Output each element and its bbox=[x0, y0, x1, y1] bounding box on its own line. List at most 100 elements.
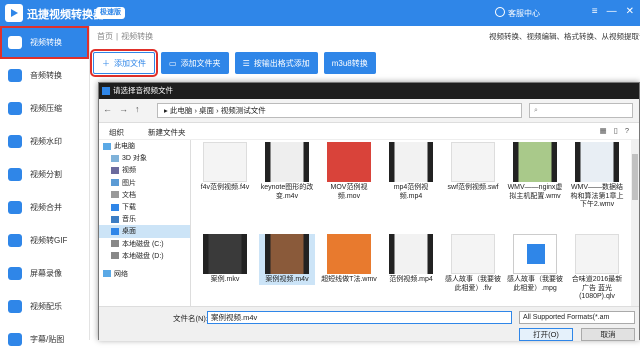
file-item[interactable]: 超短线做T法.wmv bbox=[321, 234, 377, 285]
app-logo-icon bbox=[5, 4, 23, 22]
add-folder-button[interactable]: ▭ 添加文件夹 bbox=[161, 52, 229, 74]
tree-item-documents[interactable]: 文档 bbox=[99, 189, 190, 201]
video-icon bbox=[8, 36, 22, 49]
minimize-icon[interactable]: — bbox=[607, 6, 617, 17]
file-thumbnail bbox=[389, 142, 433, 182]
music-folder-icon bbox=[111, 215, 119, 223]
command-bar: 组织 新建文件夹 ▦ ▯? bbox=[99, 123, 639, 140]
file-thumbnail bbox=[203, 142, 247, 182]
navigation-tree: 此电脑 3D 对象 视频 图片 文档 下载 音乐 桌面 本地磁盘 (C:) 本地… bbox=[99, 140, 191, 306]
file-thumbnail bbox=[513, 142, 557, 182]
plus-icon: ＋ bbox=[102, 58, 110, 68]
sidebar-item-audio-convert[interactable]: 音频转换 bbox=[0, 59, 89, 92]
sidebar-item-music[interactable]: 视频配乐 bbox=[0, 290, 89, 323]
tree-item-pictures[interactable]: 图片 bbox=[99, 177, 190, 189]
organize-menu[interactable]: 组织 bbox=[109, 127, 124, 138]
drive-icon bbox=[111, 240, 119, 248]
file-item[interactable]: 合味道2016最新广告 蓝光(1080P).qlv bbox=[569, 234, 625, 302]
add-file-button[interactable]: ＋添加文件 bbox=[90, 49, 158, 77]
file-item[interactable]: f4v范例视频.f4v bbox=[197, 142, 253, 193]
app-title: 迅捷视频转换器 bbox=[27, 9, 104, 21]
file-item[interactable]: keynote图形的改变.m4v bbox=[259, 142, 315, 201]
edition-badge: 极速版 bbox=[96, 7, 125, 19]
tree-item-desktop[interactable]: 桌面 bbox=[99, 225, 190, 238]
sidebar-item-gif[interactable]: 视频转GIF bbox=[0, 224, 89, 257]
m3u8-button[interactable]: m3u8转换 bbox=[323, 52, 376, 74]
sidebar-item-merge[interactable]: 视频合并 bbox=[0, 191, 89, 224]
document-folder-icon bbox=[111, 191, 119, 199]
file-item-selected[interactable]: 案例视频.m4v bbox=[259, 234, 315, 285]
view-options-icon[interactable]: ▦ bbox=[600, 126, 607, 135]
vertical-scrollbar[interactable] bbox=[631, 140, 639, 306]
open-button[interactable]: 打开(O) bbox=[519, 328, 573, 341]
sidebar-item-split[interactable]: 视频分割 bbox=[0, 158, 89, 191]
support-icon[interactable] bbox=[495, 7, 505, 17]
feature-note: 视频转换、视频编辑、格式转换、从视频提取音频 bbox=[489, 32, 640, 41]
drive-icon bbox=[111, 252, 119, 260]
file-thumbnail bbox=[203, 234, 247, 274]
gif-icon bbox=[8, 234, 22, 247]
address-bar: ← → ↑ ▸ 此电脑 › 桌面 › 视频测试文件 ⌕ bbox=[99, 99, 639, 123]
breadcrumb-current: 视频转换 bbox=[121, 32, 154, 41]
support-link[interactable]: 客服中心 bbox=[508, 8, 540, 19]
menu-icon[interactable]: ≡ bbox=[592, 6, 598, 17]
file-item[interactable]: 感人故事（我要彼此相爱）.flv bbox=[445, 234, 501, 293]
audio-icon bbox=[8, 69, 22, 82]
file-item[interactable]: 感人故事（我要彼此相爱）.mpg bbox=[507, 234, 563, 293]
search-input[interactable]: ⌕ bbox=[529, 103, 633, 118]
file-open-dialog: 请选择音视频文件 ← → ↑ ▸ 此电脑 › 桌面 › 视频测试文件 ⌕ 组织 新建… bbox=[98, 82, 640, 341]
tree-item-drive-d[interactable]: 本地磁盘 (D:) bbox=[99, 250, 190, 262]
file-thumbnail bbox=[389, 234, 433, 274]
scrollbar-thumb[interactable] bbox=[632, 154, 638, 200]
breadcrumb-home[interactable]: 首页 bbox=[97, 32, 113, 41]
file-thumbnail bbox=[327, 234, 371, 274]
forward-icon[interactable]: → bbox=[119, 104, 128, 114]
tree-item-drive-c[interactable]: 本地磁盘 (C:) bbox=[99, 238, 190, 250]
tree-item-this-pc[interactable]: 此电脑 bbox=[99, 140, 190, 152]
sidebar-item-watermark[interactable]: 视频水印 bbox=[0, 125, 89, 158]
batch-add-button[interactable]: ☰ 按输出格式添加 bbox=[234, 52, 318, 74]
file-thumbnail bbox=[451, 234, 495, 274]
network-icon bbox=[103, 270, 111, 278]
file-thumbnail bbox=[265, 142, 309, 182]
file-thumbnail bbox=[451, 142, 495, 182]
cube-icon bbox=[111, 154, 119, 162]
file-thumbnail bbox=[265, 234, 309, 274]
file-thumbnail bbox=[575, 142, 619, 182]
filetype-select[interactable]: All Supported Formats(*.am bbox=[519, 311, 635, 324]
file-item[interactable]: WMV——nginx虚拟主机配置.wmv bbox=[507, 142, 563, 201]
tree-item-videos[interactable]: 视频 bbox=[99, 164, 190, 176]
file-item[interactable]: MOV范例视频.mov bbox=[321, 142, 377, 201]
breadcrumb: 首页 | 视频转换 bbox=[97, 32, 154, 41]
file-item[interactable]: mp4范例视频.mp4 bbox=[383, 142, 439, 201]
file-thumbnail bbox=[575, 234, 619, 274]
filename-input[interactable]: 案例视频.m4v bbox=[207, 311, 512, 324]
file-item[interactable]: swf范例视频.swf bbox=[445, 142, 501, 193]
split-icon bbox=[8, 168, 22, 181]
folder-icon: ▭ bbox=[169, 58, 177, 68]
up-icon[interactable]: ↑ bbox=[135, 104, 140, 114]
close-icon[interactable]: ✕ bbox=[626, 6, 634, 17]
dialog-title-bar: 请选择音视频文件 bbox=[99, 83, 639, 99]
file-item[interactable]: 案例.mkv bbox=[197, 234, 253, 285]
tree-item-music[interactable]: 音乐 bbox=[99, 213, 190, 225]
path-field[interactable]: ▸ 此电脑 › 桌面 › 视频测试文件 bbox=[157, 103, 522, 118]
list-icon: ☰ bbox=[242, 58, 250, 68]
sidebar-item-record[interactable]: 屏幕录像 bbox=[0, 257, 89, 290]
file-item[interactable]: 范例视频.mp4 bbox=[383, 234, 439, 285]
file-item[interactable]: WMV——数据结构和算法第1章上下午2.wmv bbox=[569, 142, 625, 210]
tree-item-network[interactable]: 网络 bbox=[99, 268, 190, 280]
cancel-button[interactable]: 取消 bbox=[581, 328, 635, 341]
preview-pane-icon[interactable]: ▯ bbox=[614, 126, 618, 135]
sidebar-item-video-convert[interactable]: 视频转换 bbox=[0, 26, 89, 59]
sidebar: 视频转换 音频转换 视频压缩 视频水印 视频分割 视频合并 视频转GIF 屏幕录… bbox=[0, 26, 90, 346]
sidebar-item-compress[interactable]: 视频压缩 bbox=[0, 92, 89, 125]
help-icon[interactable]: ? bbox=[625, 126, 629, 135]
music-icon bbox=[8, 300, 22, 313]
pc-icon bbox=[103, 142, 111, 150]
new-folder-button[interactable]: 新建文件夹 bbox=[148, 127, 186, 138]
download-icon bbox=[111, 203, 119, 211]
tree-item-downloads[interactable]: 下载 bbox=[99, 201, 190, 213]
tree-item-3d[interactable]: 3D 对象 bbox=[99, 152, 190, 164]
back-icon[interactable]: ← bbox=[103, 104, 112, 114]
